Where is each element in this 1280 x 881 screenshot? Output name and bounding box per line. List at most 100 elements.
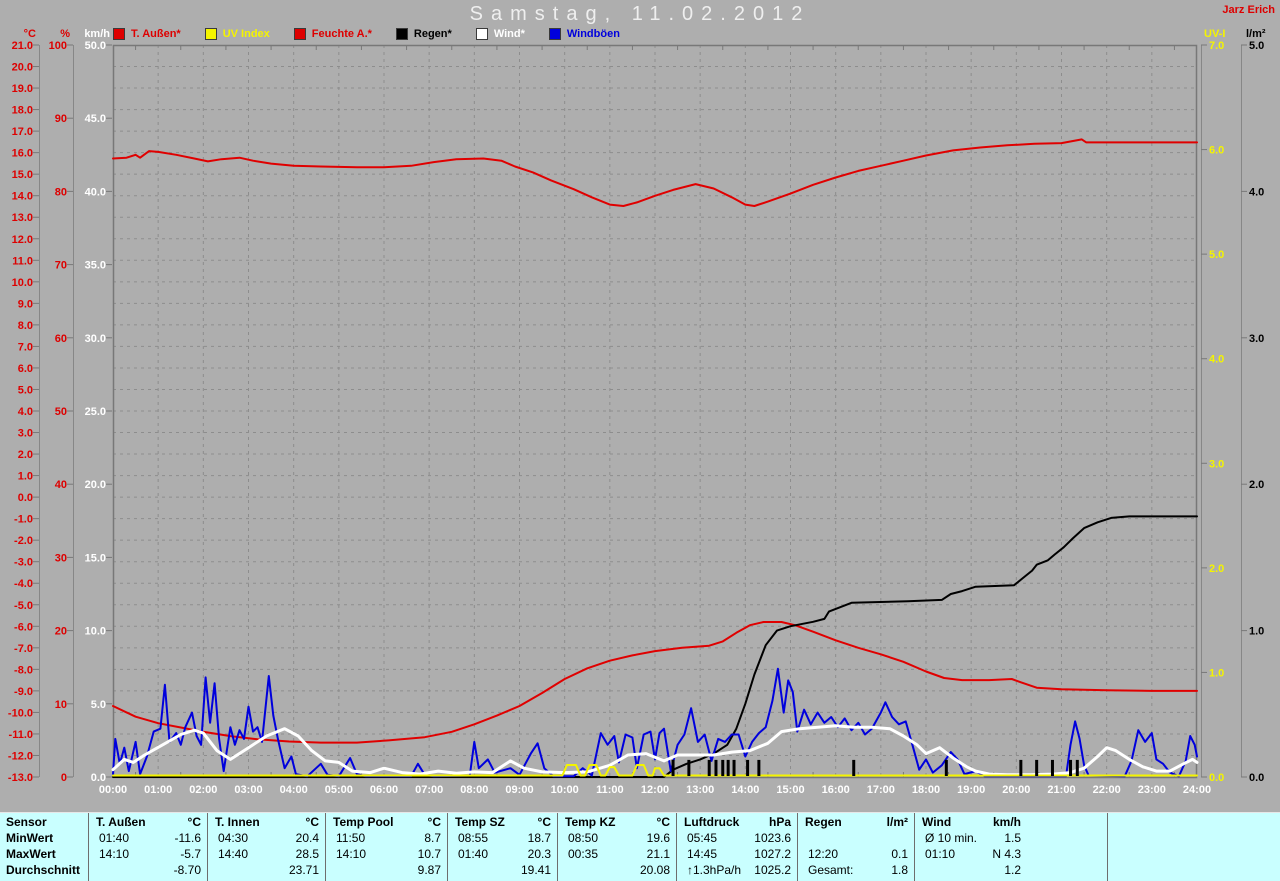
svg-text:5.0: 5.0	[1209, 249, 1224, 261]
table-cell-row: 1.2	[915, 862, 1107, 878]
svg-text:1.0: 1.0	[1209, 667, 1224, 679]
table-cell-row: 23.71	[208, 862, 325, 878]
weather-station-screen: Samstag, 11.02.2012 Jarz Erich °C % km/h…	[0, 0, 1280, 881]
svg-text:04:00: 04:00	[280, 784, 308, 796]
table-cell-row: 01:40 -11.6	[89, 830, 207, 846]
svg-text:30.0: 30.0	[85, 333, 106, 345]
svg-text:-7.0: -7.0	[14, 643, 33, 655]
cell-time: 14:10	[336, 847, 367, 861]
svg-text:-10.0: -10.0	[8, 707, 33, 719]
svg-text:-3.0: -3.0	[14, 557, 33, 569]
cell-value: 18.7	[527, 831, 551, 845]
svg-text:-8.0: -8.0	[14, 664, 33, 676]
cell-value: 20.4	[295, 831, 319, 845]
cell-value: 20.08	[639, 863, 670, 877]
cell-time: 11:50	[336, 831, 366, 845]
svg-text:80: 80	[55, 186, 67, 198]
svg-text:5.0: 5.0	[1249, 40, 1264, 52]
cell-time: 04:30	[218, 831, 249, 845]
cell-value: 19.41	[520, 863, 551, 877]
cell-value: 9.87	[417, 863, 441, 877]
table-column-temp-pool: Temp Pool °C 11:50 8.7 14:10 10.7 9.87	[325, 813, 447, 881]
cell-time: 01:40	[99, 831, 130, 845]
svg-text:13.0: 13.0	[12, 212, 33, 224]
svg-text:21:00: 21:00	[1047, 784, 1075, 796]
column-header: Wind km/h	[915, 814, 1107, 830]
svg-text:01:00: 01:00	[144, 784, 172, 796]
svg-text:7.0: 7.0	[18, 341, 33, 353]
table-cell-row: 9.87	[326, 862, 447, 878]
cell-time	[798, 830, 808, 846]
svg-text:60: 60	[55, 333, 67, 345]
svg-text:19.0: 19.0	[12, 83, 33, 95]
cell-value: 10.7	[417, 847, 441, 861]
svg-text:22:00: 22:00	[1093, 784, 1121, 796]
svg-text:7.0: 7.0	[1209, 40, 1224, 52]
cell-time	[448, 862, 458, 878]
cell-value: 19.6	[646, 831, 670, 845]
sensor-name: Temp Pool	[333, 815, 394, 829]
svg-text:-11.0: -11.0	[9, 729, 33, 741]
svg-text:02:00: 02:00	[189, 784, 217, 796]
svg-text:20.0: 20.0	[85, 479, 106, 491]
table-column-temp-kz: Temp KZ °C 08:50 19.6 00:35 21.1 20.08	[557, 813, 676, 881]
cell-value: 20.3	[527, 847, 551, 861]
cell-time	[208, 862, 218, 878]
table-column-t-au-en: T. Außen °C 01:40 -11.6 14:10 -5.7 -8.70	[88, 813, 207, 881]
svg-text:1.0: 1.0	[18, 471, 33, 483]
cell-time: ↑1.3hPa/h	[687, 863, 742, 877]
column-header: T. Innen °C	[208, 814, 325, 830]
svg-text:40: 40	[55, 479, 67, 491]
svg-text:21.0: 21.0	[12, 40, 33, 52]
svg-text:8.0: 8.0	[18, 320, 33, 332]
svg-text:45.0: 45.0	[85, 113, 106, 125]
svg-text:24:00: 24:00	[1183, 784, 1211, 796]
svg-text:0.0: 0.0	[1209, 772, 1224, 784]
cell-value: -11.6	[174, 831, 201, 845]
sensor-name: Temp SZ	[455, 815, 505, 829]
sensor-unit: hPa	[768, 815, 791, 829]
y-axis-labels: 21.0 20.0 19.0 18.0 17.0 16.0 15.0 14.0 13.0 12.0…	[8, 40, 1264, 784]
cell-time	[558, 862, 568, 878]
svg-text:5.0: 5.0	[91, 699, 106, 711]
svg-text:40.0: 40.0	[85, 186, 106, 198]
svg-text:9.0: 9.0	[18, 298, 33, 310]
cell-time	[326, 862, 336, 878]
svg-text:-1.0: -1.0	[14, 514, 33, 526]
svg-text:13:00: 13:00	[686, 784, 714, 796]
cell-value: 1023.6	[754, 831, 791, 845]
series-regen	[112, 515, 1198, 778]
svg-text:15.0: 15.0	[12, 169, 33, 181]
svg-text:00:00: 00:00	[99, 784, 127, 796]
table-cell-row	[798, 830, 914, 846]
svg-text:70: 70	[55, 260, 67, 272]
cell-value: N 4.3	[992, 847, 1021, 861]
svg-text:10: 10	[55, 699, 67, 711]
table-column-wind: Wind km/h Ø 10 min. 1.5 01:10 N 4.3 1.2	[914, 813, 1107, 881]
table-column-regen: Regen l/m² 12:20 0.1 Gesamt: 1.8	[797, 813, 914, 881]
table-cell-row: ↑1.3hPa/h 1025.2	[677, 862, 797, 878]
svg-text:0.0: 0.0	[18, 492, 33, 504]
svg-text:07:00: 07:00	[415, 784, 443, 796]
svg-text:10:00: 10:00	[551, 784, 579, 796]
table-cell-row: 14:10 -5.7	[89, 846, 207, 862]
svg-text:4.0: 4.0	[1209, 354, 1224, 366]
cell-value: 23.71	[288, 863, 319, 877]
statistics-table: Sensor MinWert MaxWert Durchschnitt T. Außen…	[0, 812, 1280, 881]
table-cell-row: 08:50 19.6	[558, 830, 676, 846]
sensor-name: T. Innen	[215, 815, 260, 829]
svg-text:08:00: 08:00	[460, 784, 488, 796]
svg-text:3.0: 3.0	[1249, 333, 1264, 345]
cell-value: 8.7	[424, 831, 441, 845]
svg-text:4.0: 4.0	[18, 406, 33, 418]
svg-text:35.0: 35.0	[85, 260, 106, 272]
svg-text:03:00: 03:00	[234, 784, 262, 796]
table-cell-row: 12:20 0.1	[798, 846, 914, 862]
svg-text:-13.0: -13.0	[8, 772, 33, 784]
sensor-unit: °C	[537, 815, 551, 829]
svg-text:14:00: 14:00	[731, 784, 759, 796]
gridlines	[113, 45, 1197, 777]
svg-text:50.0: 50.0	[85, 40, 106, 52]
table-cell-row: 01:40 20.3	[448, 846, 557, 862]
table-empty-area	[1107, 813, 1280, 881]
